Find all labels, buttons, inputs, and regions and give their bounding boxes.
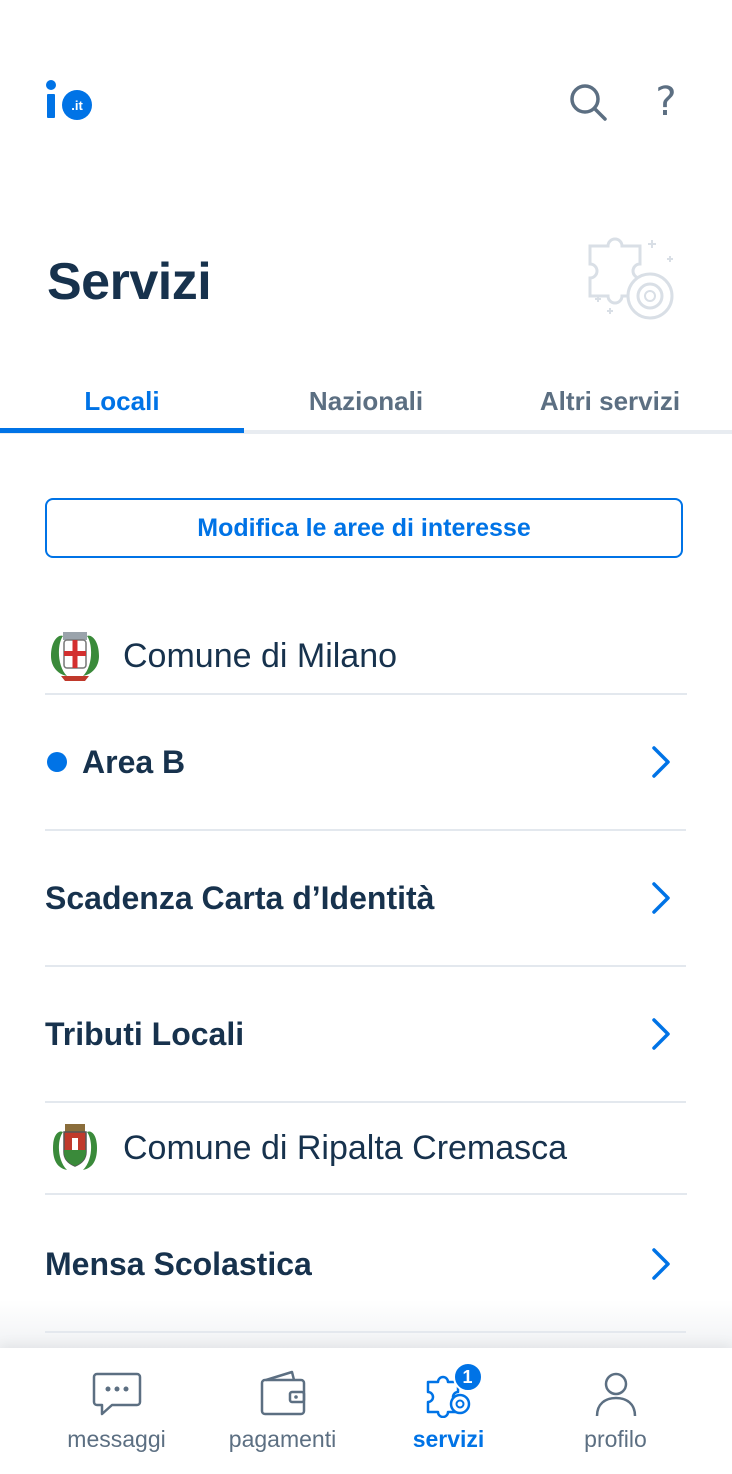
help-icon: ? (655, 79, 677, 125)
organization-name: Comune di Ripalta Cremasca (123, 1128, 568, 1167)
milano-crest-icon (51, 632, 99, 681)
service-item-scadenza-carta-identita[interactable]: Scadenza Carta d’Identità (45, 831, 686, 967)
chevron-right-icon (640, 878, 680, 918)
chevron-right-icon (640, 1014, 680, 1054)
nav-messaggi[interactable]: messaggi (25, 1348, 208, 1474)
service-item-tributi-locali[interactable]: Tributi Locali (45, 967, 686, 1103)
unread-dot (47, 752, 67, 772)
organization-name: Comune di Milano (123, 636, 398, 675)
page-title: Servizi (47, 253, 212, 311)
io-app-logo: .it (46, 80, 96, 120)
service-item-area-b[interactable]: Area B (45, 695, 686, 831)
nav-label: pagamenti (228, 1426, 337, 1452)
nav-pagamenti[interactable]: pagamenti (191, 1348, 374, 1474)
ripalta-cremasca-crest-icon (53, 1124, 97, 1170)
service-label: Mensa Scolastica (45, 1245, 312, 1282)
wallet-icon (257, 1368, 309, 1420)
bottom-navigation: messaggi pagamenti 1 servizi profilo (0, 1348, 732, 1474)
logo-text: .it (71, 98, 83, 113)
service-label: Scadenza Carta d’Identità (45, 879, 435, 916)
top-bar: .it ? (0, 0, 732, 200)
chevron-right-icon (640, 1244, 680, 1284)
chevron-right-icon (640, 742, 680, 782)
nav-profilo[interactable]: profilo (524, 1348, 707, 1474)
help-button[interactable]: ? (642, 78, 690, 126)
search-icon (570, 84, 607, 121)
user-icon (590, 1368, 642, 1420)
tab-nazionali[interactable]: Nazionali (244, 372, 488, 430)
organization-header: Comune di Milano (45, 619, 687, 695)
search-button[interactable] (564, 78, 612, 126)
organization-header: Comune di Ripalta Cremasca (45, 1103, 687, 1195)
notification-badge: 1 (452, 1362, 483, 1392)
tab-altri-servizi[interactable]: Altri servizi (488, 372, 732, 430)
tab-locali[interactable]: Locali (0, 372, 244, 430)
message-icon (91, 1368, 143, 1420)
nav-label: messaggi (67, 1426, 166, 1452)
edit-areas-of-interest-button[interactable]: Modifica le aree di interesse (45, 498, 683, 558)
scroll-fade (0, 1300, 732, 1350)
nav-label: profilo (584, 1426, 647, 1452)
service-label: Area B (82, 743, 186, 780)
nav-servizi[interactable]: 1 servizi (357, 1348, 540, 1474)
nav-label: servizi (412, 1426, 485, 1452)
service-label: Tributi Locali (45, 1015, 245, 1052)
active-tab-indicator (0, 428, 244, 433)
services-tabs: Locali Nazionali Altri servizi (0, 372, 732, 434)
services-illustration-icon (582, 226, 686, 330)
puzzle-icon: 1 (423, 1362, 483, 1420)
